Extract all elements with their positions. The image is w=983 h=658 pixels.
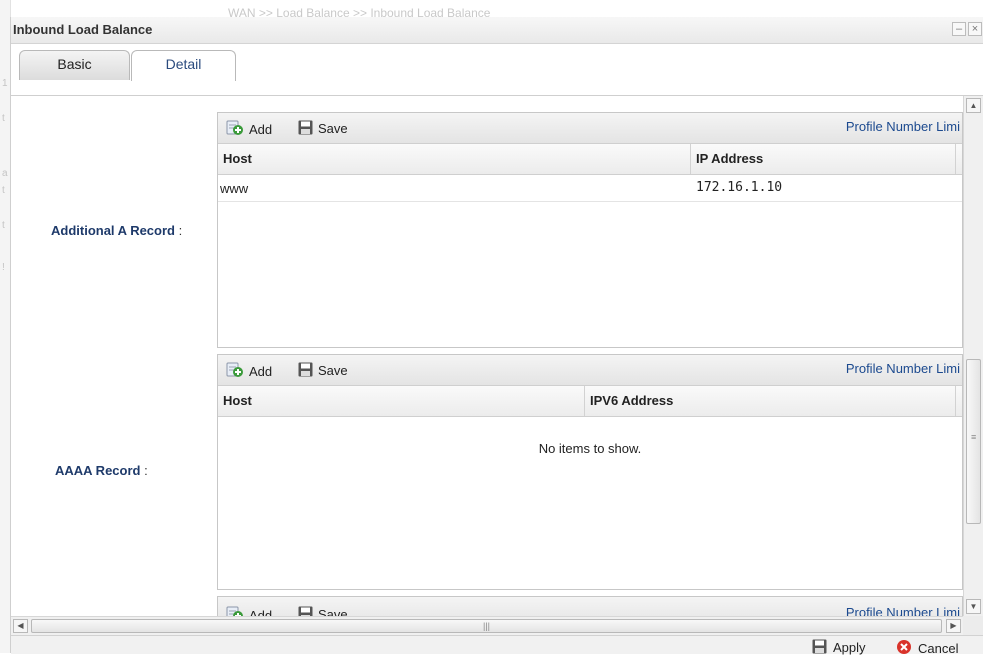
additional-a-record-label-text: Additional A Record	[51, 223, 175, 238]
column-header-ip-address[interactable]: IP Address	[691, 144, 956, 174]
minimize-button[interactable]: –	[952, 22, 966, 36]
column-header-host[interactable]: Host	[218, 144, 691, 174]
aaaa-record-label-text: AAAA Record	[55, 463, 141, 478]
profile-number-limit-link[interactable]: Profile Number Limi	[846, 605, 960, 616]
aaaa-record-grid: Add Save Profile Number Limi Host IPV6 A…	[217, 354, 963, 590]
vertical-scrollbar[interactable]: ▲ ≡ ▼	[963, 96, 983, 616]
tab-strip: Basic Detail	[11, 44, 983, 96]
dialog-title: Inbound Load Balance	[13, 22, 153, 37]
empty-grid-message: No items to show.	[538, 441, 642, 456]
aaaa-record-grid-header: Host IPV6 Address	[218, 386, 962, 417]
inbound-load-balance-dialog: Inbound Load Balance – × Basic Detail Ad…	[10, 17, 983, 657]
save-icon	[812, 639, 827, 657]
cancel-icon	[896, 639, 912, 658]
aaaa-record-add-button[interactable]: Add	[226, 362, 273, 379]
add-icon	[226, 362, 244, 382]
save-icon	[298, 120, 313, 139]
a-record-toolbar: Add Save Profile Number Limi	[218, 113, 962, 144]
ip-address-cell: 172.16.1.10	[696, 180, 783, 195]
scroll-up-arrow-icon[interactable]: ▲	[966, 98, 981, 113]
aaaa-record-save-button[interactable]: Save	[298, 362, 348, 378]
horizontal-scrollbar[interactable]: ◀ ||| ▶	[11, 616, 963, 635]
third-record-add-button[interactable]: Add	[226, 606, 272, 616]
third-record-toolbar: Add Save Profile Number Limi	[218, 597, 962, 616]
aaaa-record-label: AAAA Record :	[55, 463, 148, 478]
add-icon	[226, 120, 244, 140]
cancel-label: Cancel	[918, 641, 959, 656]
aaaa-record-grid-body: No items to show.	[218, 417, 962, 587]
label-colon: :	[174, 223, 183, 238]
grip-icon: |||	[482, 621, 490, 631]
profile-number-limit-link[interactable]: Profile Number Limi	[846, 361, 960, 376]
scrollbar-corner	[963, 616, 983, 635]
column-header-ipv6-address[interactable]: IPV6 Address	[585, 386, 956, 416]
add-icon	[226, 606, 244, 616]
profile-number-limit-link[interactable]: Profile Number Limi	[846, 119, 960, 134]
add-label: Add	[249, 364, 273, 379]
table-row[interactable]: www 172.16.1.10	[218, 175, 962, 202]
a-record-add-button[interactable]: Add	[226, 120, 273, 137]
add-label: Add	[249, 608, 273, 616]
scroll-left-arrow-icon[interactable]: ◀	[13, 619, 28, 633]
close-button[interactable]: ×	[968, 22, 982, 36]
save-label: Save	[318, 363, 348, 378]
save-icon	[298, 362, 313, 381]
host-cell: www	[220, 181, 249, 196]
horizontal-scroll-thumb[interactable]: |||	[31, 619, 942, 633]
label-colon: :	[140, 463, 148, 478]
aaaa-record-toolbar: Add Save Profile Number Limi	[218, 355, 962, 386]
a-record-grid-header: Host IP Address	[218, 144, 962, 175]
grip-icon: ≡	[971, 432, 977, 442]
scroll-right-arrow-icon[interactable]: ▶	[946, 619, 961, 633]
tab-detail[interactable]: Detail	[131, 50, 236, 81]
dialog-footer: Apply Cancel	[11, 635, 983, 657]
save-label: Save	[318, 121, 348, 136]
detail-scroll-pane: Additional A Record : Add Save Profile N…	[11, 96, 963, 616]
additional-a-record-label: Additional A Record :	[51, 223, 182, 238]
apply-button[interactable]: Apply	[812, 639, 866, 657]
cancel-button[interactable]: Cancel	[896, 639, 958, 658]
scroll-down-arrow-icon[interactable]: ▼	[966, 599, 981, 614]
third-record-save-button[interactable]: Save	[298, 606, 348, 616]
third-record-grid: Add Save Profile Number Limi	[217, 596, 963, 616]
save-label: Save	[318, 607, 348, 616]
a-record-grid-body: www 172.16.1.10	[218, 175, 962, 345]
vertical-scroll-thumb[interactable]: ≡	[966, 359, 981, 524]
column-header-host[interactable]: Host	[218, 386, 585, 416]
save-icon	[298, 606, 313, 616]
dialog-titlebar: Inbound Load Balance – ×	[11, 17, 983, 44]
tab-basic[interactable]: Basic	[19, 50, 130, 80]
a-record-grid: Add Save Profile Number Limi Host IP Add…	[217, 112, 963, 348]
add-label: Add	[249, 122, 273, 137]
a-record-save-button[interactable]: Save	[298, 120, 348, 136]
